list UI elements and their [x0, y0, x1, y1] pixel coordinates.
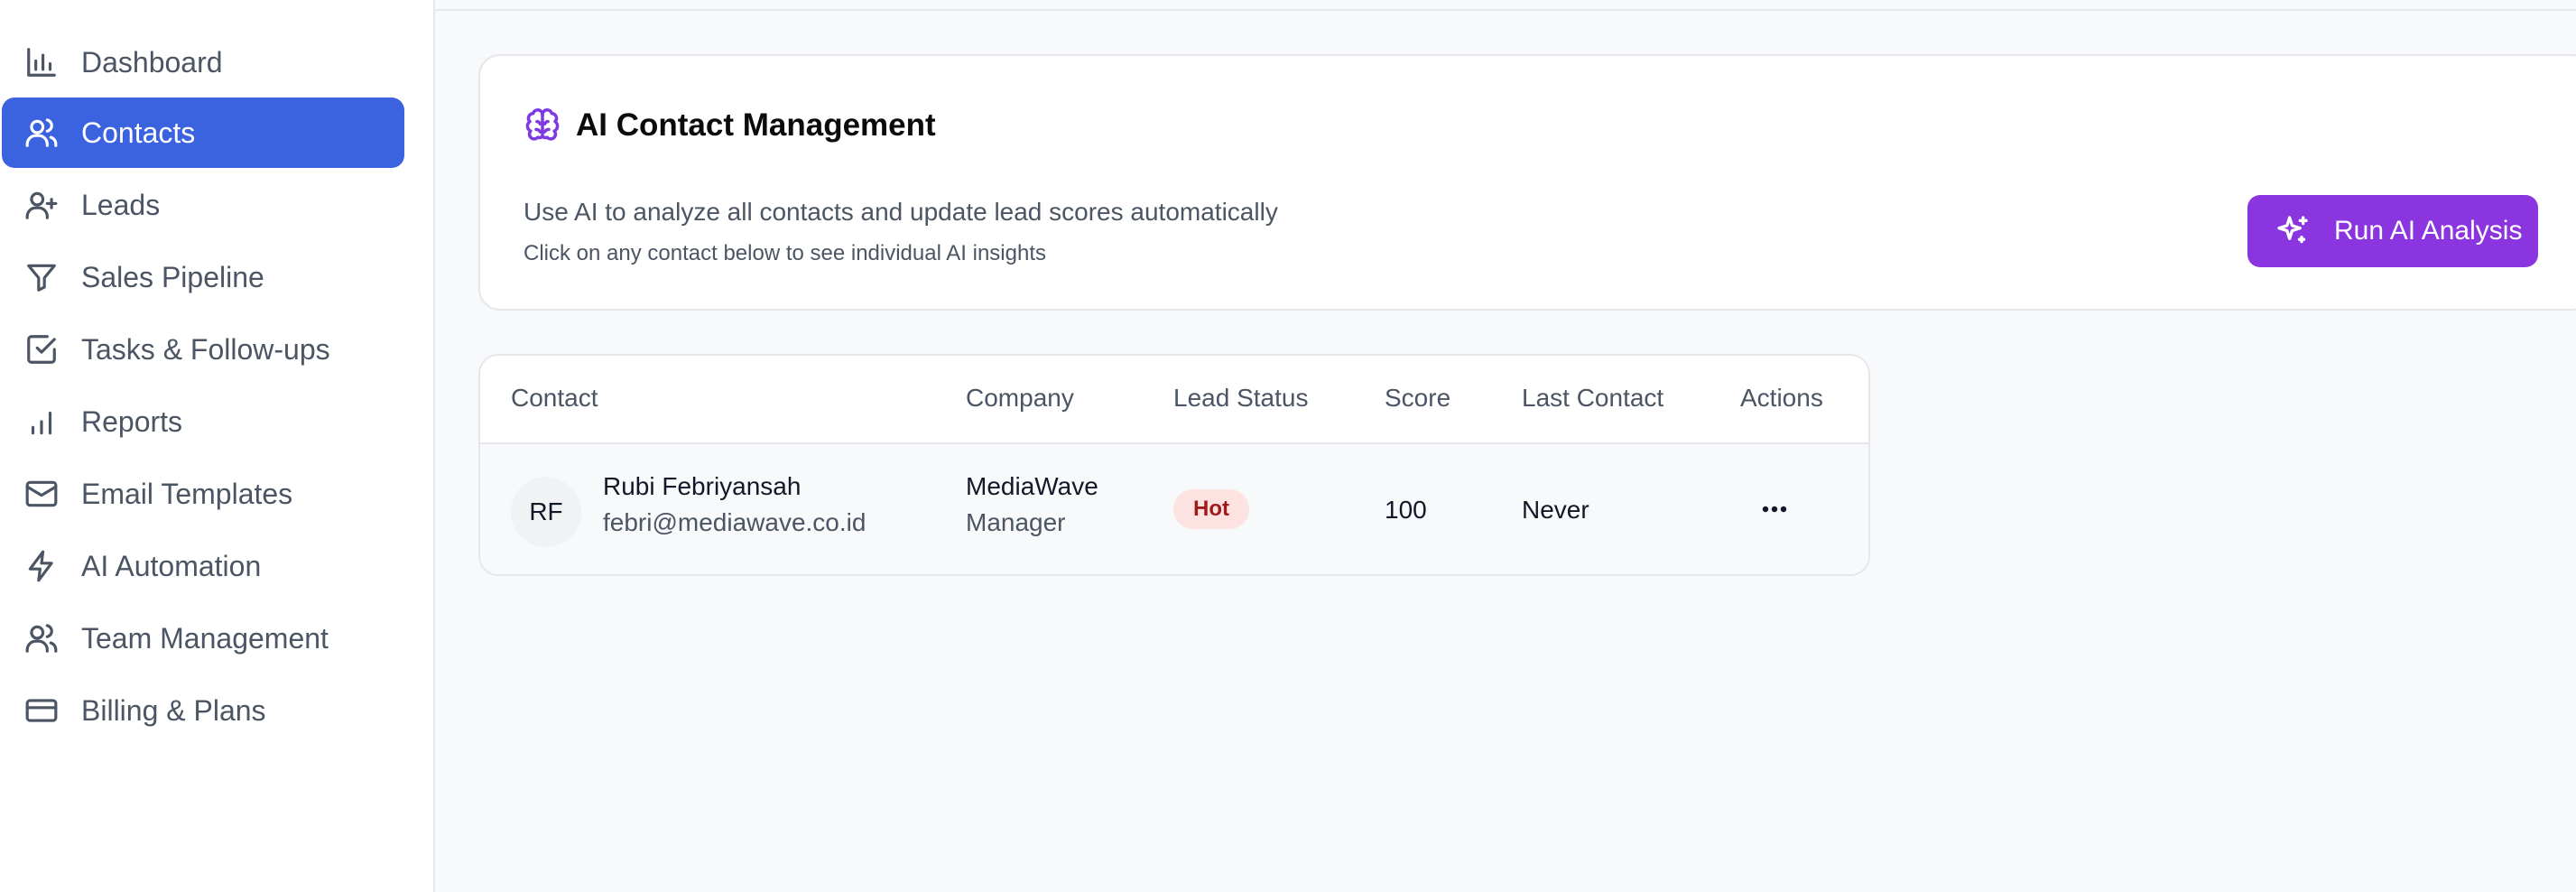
- sidebar-item-label: AI Automation: [81, 550, 262, 582]
- avatar: RF: [511, 477, 581, 547]
- sidebar-item-sales-pipeline[interactable]: Sales Pipeline: [2, 242, 404, 312]
- users-icon: [23, 622, 60, 655]
- contact-role: Manager: [966, 508, 1066, 536]
- brain-icon: [524, 107, 561, 144]
- sidebar-item-tasks[interactable]: Tasks & Follow-ups: [2, 314, 404, 385]
- sidebar-item-leads[interactable]: Leads: [2, 170, 404, 240]
- filter-icon: [23, 261, 60, 293]
- mail-icon: [23, 478, 60, 510]
- column-header-lead-status[interactable]: Lead Status: [1173, 383, 1308, 413]
- sidebar-item-email-templates[interactable]: Email Templates: [2, 459, 404, 529]
- sidebar-item-label: Email Templates: [81, 478, 293, 510]
- column-header-actions: Actions: [1740, 384, 1823, 412]
- sidebar-item-billing[interactable]: Billing & Plans: [2, 675, 404, 746]
- sidebar-item-label: Tasks & Follow-ups: [81, 333, 330, 366]
- users-icon: [23, 116, 60, 149]
- status-badge: Hot: [1173, 489, 1249, 529]
- sidebar-item-label: Reports: [81, 405, 183, 438]
- sidebar-item-label: Leads: [81, 189, 161, 221]
- contacts-table: Contact Company Lead Status Score Last C…: [478, 354, 1870, 576]
- sidebar-item-dashboard[interactable]: Dashboard: [2, 27, 404, 98]
- check-square-icon: [23, 333, 60, 366]
- sparkles-icon: [2275, 213, 2311, 249]
- ai-contact-management-card: AI Contact Management Use AI to analyze …: [478, 54, 2576, 311]
- column-header-score[interactable]: Score: [1385, 383, 1450, 413]
- bar-chart-2-icon: [23, 405, 60, 438]
- sidebar-item-label: Sales Pipeline: [81, 261, 264, 293]
- contact-name: Rubi Febriyansah: [603, 472, 802, 500]
- zap-icon: [23, 550, 60, 582]
- last-contact: Never: [1522, 496, 1589, 524]
- sidebar-item-label: Team Management: [81, 622, 329, 655]
- user-plus-icon: [23, 189, 60, 221]
- column-header-company[interactable]: Company: [966, 383, 1074, 413]
- page-title: AI Contact Management: [576, 107, 936, 143]
- sidebar-item-label: Billing & Plans: [81, 694, 266, 727]
- lead-score: 100: [1385, 496, 1427, 524]
- column-header-last-contact[interactable]: Last Contact: [1522, 383, 1663, 413]
- header-divider: [435, 9, 2576, 11]
- table-row[interactable]: RF Rubi Febriyansah febri@mediawave.co.i…: [480, 444, 1868, 574]
- ai-card-description: Use AI to analyze all contacts and updat…: [524, 198, 1278, 226]
- contact-email: febri@mediawave.co.id: [603, 508, 866, 536]
- sidebar-item-reports[interactable]: Reports: [2, 386, 404, 457]
- table-header: Contact Company Lead Status Score Last C…: [480, 356, 1868, 444]
- sidebar-item-label: Contacts: [81, 116, 196, 149]
- run-ai-analysis-label: Run AI Analysis: [2334, 216, 2523, 246]
- bar-chart-icon: [23, 46, 60, 79]
- ai-card-hint: Click on any contact below to see indivi…: [524, 241, 1046, 265]
- column-header-contact[interactable]: Contact: [511, 383, 598, 413]
- credit-card-icon: [23, 694, 60, 727]
- sidebar: Dashboard Contacts Leads Sales Pipeline …: [0, 0, 435, 892]
- more-horizontal-icon[interactable]: [1751, 493, 1798, 525]
- sidebar-item-ai-automation[interactable]: AI Automation: [2, 531, 404, 601]
- sidebar-item-label: Dashboard: [81, 46, 223, 79]
- company-name: MediaWave: [966, 472, 1098, 500]
- sidebar-item-contacts[interactable]: Contacts: [2, 98, 404, 168]
- run-ai-analysis-button[interactable]: Run AI Analysis: [2247, 195, 2538, 267]
- sidebar-item-team-management[interactable]: Team Management: [2, 603, 404, 674]
